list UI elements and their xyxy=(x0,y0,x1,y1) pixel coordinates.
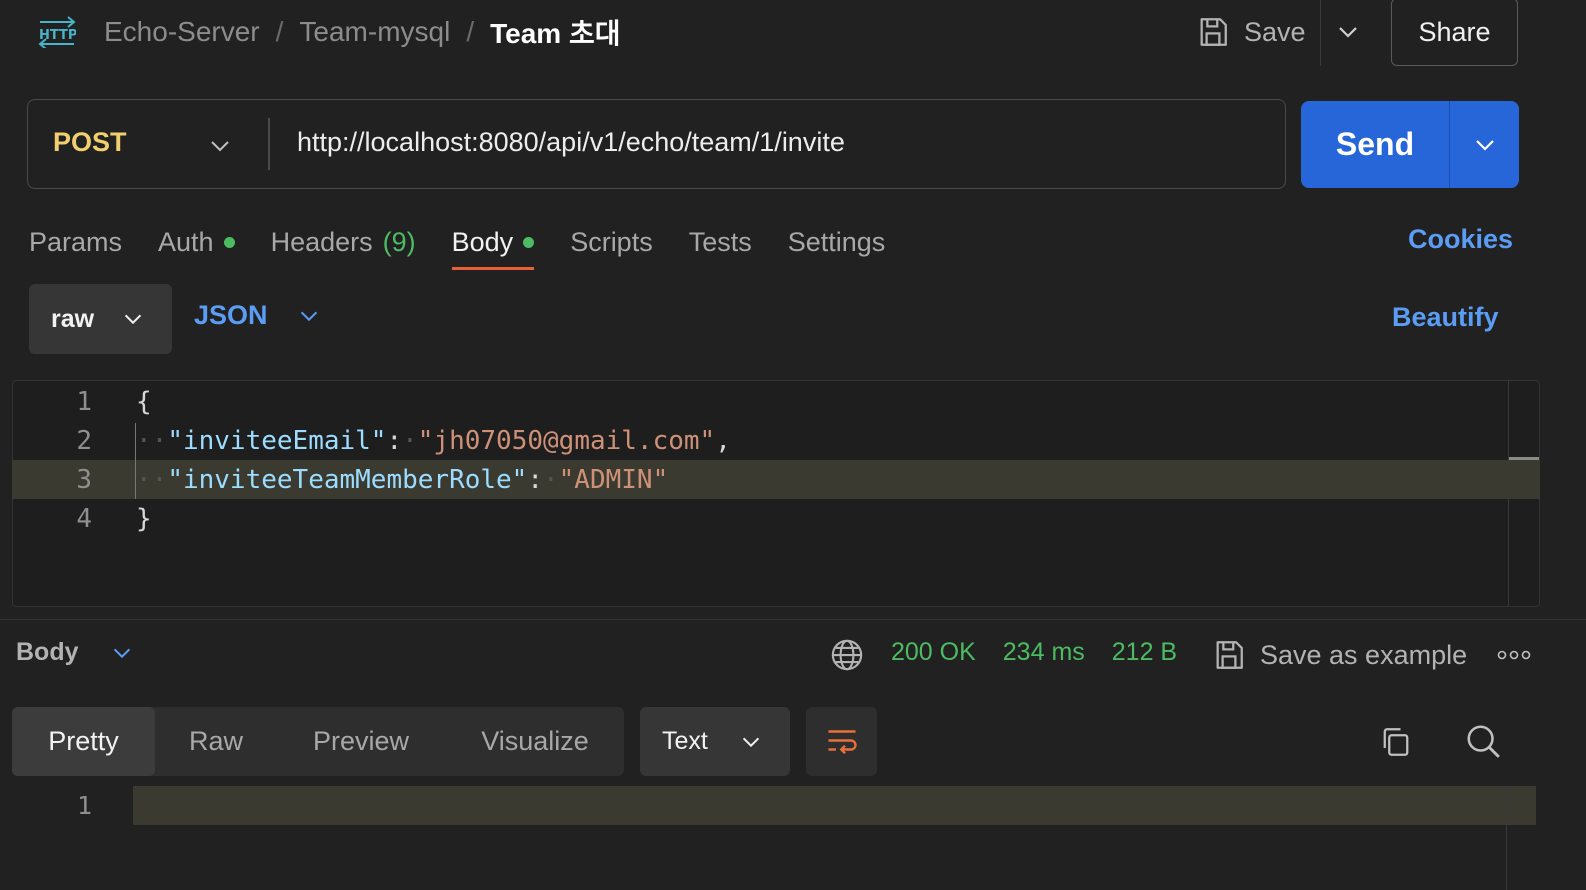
view-tab-visualize[interactable]: Visualize xyxy=(460,707,610,776)
json-string: "ADMIN" xyxy=(558,464,669,495)
search-icon[interactable] xyxy=(1464,722,1502,760)
tab-scripts[interactable]: Scripts xyxy=(570,227,653,258)
code-line: 1 { xyxy=(12,382,1540,421)
request-tabs: Params Auth Headers (9) Body Scripts Test… xyxy=(29,222,921,270)
breadcrumb-separator: / xyxy=(466,16,475,47)
url-input[interactable]: http://localhost:8080/api/v1/echo/team/1… xyxy=(297,127,845,158)
divider xyxy=(0,619,1586,620)
method-select[interactable]: POST xyxy=(53,127,127,158)
response-meta: 200 OK 234 ms 212 B xyxy=(891,638,1177,667)
response-format-select[interactable]: Text xyxy=(640,707,790,776)
code-text: } xyxy=(136,504,152,534)
code-line-active: 3 ··"inviteeTeamMemberRole":·"ADMIN" xyxy=(12,460,1540,499)
wrap-lines-button[interactable] xyxy=(806,707,877,776)
code-line: 2 ··"inviteeEmail":·"jh07050@gmail.com", xyxy=(12,421,1540,460)
save-label: Save xyxy=(1244,16,1306,47)
breadcrumb-collection[interactable]: Echo-Server xyxy=(104,16,260,48)
breadcrumb: Echo-Server / Team-mysql / Team 초대 xyxy=(104,14,620,50)
divider xyxy=(268,118,270,170)
chevron-down-icon xyxy=(300,311,317,321)
response-time[interactable]: 234 ms xyxy=(1003,638,1085,667)
request-name[interactable]: Team 초대 xyxy=(490,12,620,52)
tab-label: Tests xyxy=(688,226,752,257)
body-type-select[interactable]: raw xyxy=(29,284,172,354)
copy-icon[interactable] xyxy=(1378,724,1414,760)
breadcrumb-folder[interactable]: Team-mysql xyxy=(299,16,450,48)
breadcrumb-separator: / xyxy=(275,16,284,47)
beautify-button[interactable]: Beautify xyxy=(1392,302,1499,333)
tab-label: Headers xyxy=(270,226,373,257)
save-example-label: Save as example xyxy=(1260,639,1468,670)
body-format-label: JSON xyxy=(194,300,268,330)
chevron-down-icon[interactable] xyxy=(206,132,234,160)
tab-label: Auth xyxy=(158,226,214,257)
header-count-badge: (9) xyxy=(382,226,416,257)
tab-label: Settings xyxy=(787,226,886,257)
status-dot xyxy=(523,236,535,248)
body-format-select[interactable]: JSON xyxy=(194,300,322,331)
code-text: { xyxy=(136,387,152,417)
indent-guide xyxy=(135,423,136,499)
cookies-link[interactable]: Cookies xyxy=(1408,224,1513,255)
json-key: "inviteeTeamMemberRole" xyxy=(167,464,528,495)
json-string: "jh07050@gmail.com" xyxy=(417,425,716,456)
tab-label: Params xyxy=(29,226,123,257)
brace: } xyxy=(136,503,152,534)
tab-label: Body xyxy=(451,226,514,257)
share-button[interactable]: Share xyxy=(1391,0,1518,66)
response-code-line: 1 xyxy=(12,786,1536,825)
chevron-down-icon xyxy=(1475,139,1494,151)
status-code[interactable]: 200 OK xyxy=(891,638,976,667)
send-button[interactable]: Send xyxy=(1301,101,1449,188)
response-format-label: Text xyxy=(662,727,708,755)
save-as-example-button[interactable]: Save as example xyxy=(1212,636,1467,674)
wrap-lines-icon xyxy=(828,729,857,754)
tab-body[interactable]: Body xyxy=(451,226,535,270)
chevron-down-icon[interactable] xyxy=(1334,18,1362,46)
more-options-icon[interactable] xyxy=(1497,646,1531,664)
tab-auth[interactable]: Auth xyxy=(158,227,235,258)
view-tab-raw[interactable]: Raw xyxy=(160,707,272,776)
json-key: "inviteeEmail" xyxy=(167,425,387,456)
view-tab-preview[interactable]: Preview xyxy=(292,707,430,776)
line-number: 4 xyxy=(76,503,92,534)
tab-label: Scripts xyxy=(570,226,653,257)
tab-params[interactable]: Params xyxy=(29,227,122,258)
response-scrollbar-track xyxy=(1506,786,1507,890)
response-size[interactable]: 212 B xyxy=(1112,638,1177,667)
line-number: 3 xyxy=(76,464,92,495)
tab-headers[interactable]: Headers (9) xyxy=(271,227,416,258)
tab-settings[interactable]: Settings xyxy=(788,227,886,258)
http-icon: HTTP xyxy=(38,16,76,48)
chevron-down-icon xyxy=(124,314,142,325)
response-section-label: Body xyxy=(16,638,79,666)
chevron-down-icon xyxy=(742,737,760,747)
line-number: 2 xyxy=(76,425,92,456)
body-type-label: raw xyxy=(51,304,95,333)
send-options-button[interactable] xyxy=(1449,101,1519,188)
status-dot xyxy=(223,236,235,248)
response-section-select[interactable]: Body xyxy=(16,638,135,667)
line-number: 1 xyxy=(76,386,92,417)
divider xyxy=(1320,0,1321,66)
brace: { xyxy=(136,386,152,417)
code-text: ··"inviteeTeamMemberRole":·"ADMIN" xyxy=(136,464,669,495)
tab-tests[interactable]: Tests xyxy=(689,227,752,258)
line-number: 1 xyxy=(76,791,92,820)
view-tab-pretty[interactable]: Pretty xyxy=(12,707,155,776)
globe-icon[interactable] xyxy=(830,638,864,672)
save-icon xyxy=(1200,18,1227,46)
code-text: ··"inviteeEmail":·"jh07050@gmail.com", xyxy=(136,425,731,456)
code-line: 4 } xyxy=(12,499,1540,538)
save-icon xyxy=(1216,641,1243,669)
save-button[interactable]: Save xyxy=(1196,10,1306,54)
chevron-down-icon xyxy=(113,648,130,658)
